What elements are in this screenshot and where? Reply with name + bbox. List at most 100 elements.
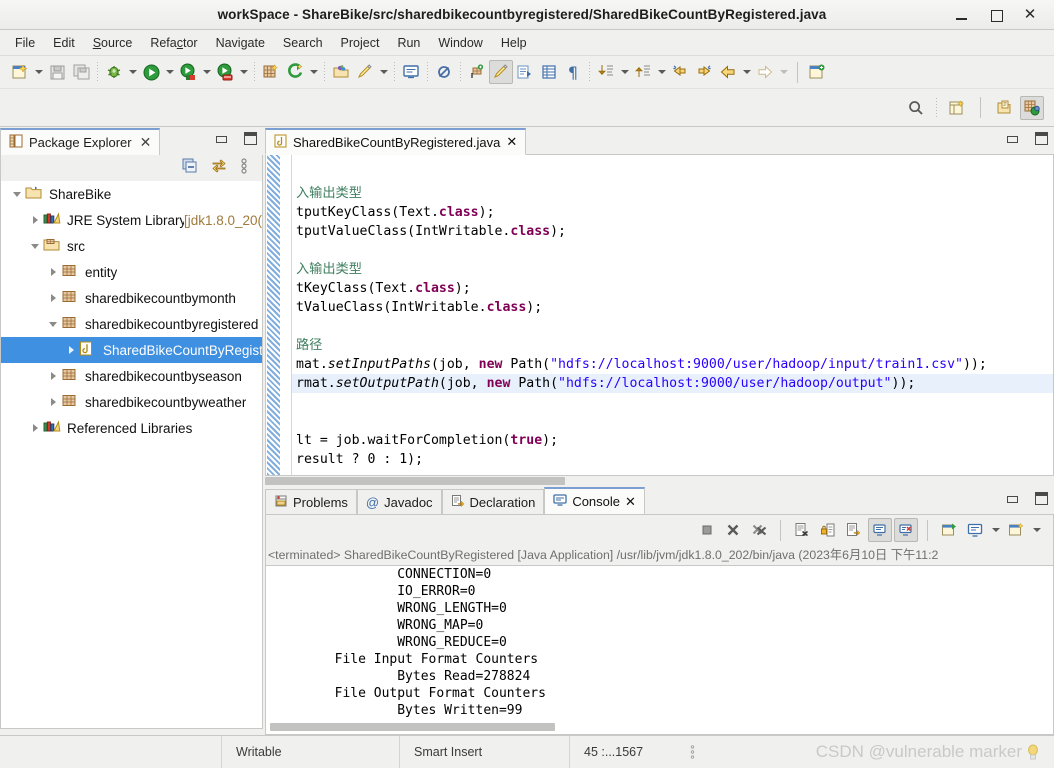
tab-javadoc[interactable]: @ Javadoc	[356, 489, 442, 514]
menu-item-help[interactable]: Help	[492, 33, 536, 53]
run-last-tool-dropdown[interactable]	[237, 61, 250, 83]
tree-item-jre-system-library[interactable]: JRE System Library [jdk1.8.0_20(	[1, 207, 262, 233]
maximize-editor-button[interactable]	[1035, 132, 1048, 145]
maximize-button[interactable]	[988, 7, 1004, 23]
save-icon[interactable]	[45, 60, 69, 84]
menu-item-edit[interactable]: Edit	[44, 33, 84, 53]
tree-twisty[interactable]	[45, 311, 61, 337]
tab-sharedbikecountbyregistered-java[interactable]: SharedBikeCountByRegistered.java ✕	[265, 128, 527, 155]
menu-item-file[interactable]: File	[6, 33, 44, 53]
open-perspective-icon[interactable]	[945, 96, 969, 120]
tab-package-explorer[interactable]: Package Explorer ✕	[0, 128, 161, 155]
java-ee-perspective-icon[interactable]	[1020, 95, 1044, 120]
maximize-view-button[interactable]	[244, 132, 257, 145]
minimize-editor-button[interactable]	[1006, 132, 1019, 145]
tree-item-sharedbikecountbymonth[interactable]: sharedbikecountbymonth	[1, 285, 262, 311]
quick-access-search-icon[interactable]	[904, 96, 928, 120]
tree-twisty[interactable]	[45, 285, 61, 311]
tab-console[interactable]: Console ✕	[544, 487, 645, 514]
new-java-project-icon[interactable]	[259, 60, 283, 84]
terminate-icon[interactable]	[695, 518, 719, 542]
link-editor-icon[interactable]	[489, 60, 513, 84]
tree-twisty[interactable]	[63, 337, 79, 363]
debug-icon[interactable]	[102, 60, 126, 84]
open-type-icon[interactable]	[329, 60, 353, 84]
last-edit-location-icon[interactable]	[668, 60, 692, 84]
menu-item-window[interactable]: Window	[429, 33, 491, 53]
new-wizard-dropdown[interactable]	[32, 61, 45, 83]
menu-item-navigate[interactable]: Navigate	[207, 33, 274, 53]
minimize-console-button[interactable]	[1006, 492, 1019, 505]
tree-twisty[interactable]	[45, 363, 61, 389]
tree-item-sharedbikecountbyseason[interactable]: sharedbikecountbyseason	[1, 363, 262, 389]
coverage-dropdown[interactable]	[200, 61, 213, 83]
display-console-dropdown[interactable]	[989, 519, 1002, 541]
run-icon[interactable]	[139, 60, 163, 84]
minimize-view-button[interactable]	[215, 132, 228, 145]
tree-item-sharedbikecountbyweather[interactable]: sharedbikecountbyweather	[1, 389, 262, 415]
tree-item-referenced-libraries[interactable]: Referenced Libraries	[1, 415, 262, 441]
external-tools-icon[interactable]	[283, 60, 307, 84]
pin-console-icon[interactable]	[937, 518, 961, 542]
word-wrap-icon[interactable]	[842, 518, 866, 542]
new-package-icon[interactable]	[465, 60, 489, 84]
maximize-console-button[interactable]	[1035, 492, 1048, 505]
editor-horizontal-scrollbar[interactable]	[265, 476, 1054, 486]
collapse-all-icon[interactable]	[182, 158, 198, 179]
show-console-on-output-icon[interactable]	[868, 518, 892, 542]
forward-icon[interactable]	[753, 60, 777, 84]
next-annotation-icon[interactable]	[594, 60, 618, 84]
link-with-editor-icon[interactable]	[211, 158, 227, 179]
tree-item-sharebike[interactable]: ShareBike	[1, 181, 262, 207]
minimize-button[interactable]	[954, 7, 970, 23]
annotation-ruler[interactable]	[266, 155, 280, 475]
previous-annotation-icon[interactable]	[631, 60, 655, 84]
run-last-tool-icon[interactable]	[213, 60, 237, 84]
menu-item-run[interactable]: Run	[388, 33, 429, 53]
remove-launch-icon[interactable]	[721, 518, 745, 542]
close-icon[interactable]: ✕	[140, 134, 152, 151]
open-console-dropdown[interactable]	[1030, 519, 1043, 541]
back-dropdown[interactable]	[740, 61, 753, 83]
menu-item-source[interactable]: Source	[84, 33, 142, 53]
close-button[interactable]: ✕	[1022, 6, 1038, 23]
tree-twisty[interactable]	[27, 415, 43, 441]
menu-item-project[interactable]: Project	[332, 33, 389, 53]
tree-twisty[interactable]	[45, 389, 61, 415]
tree-twisty[interactable]	[27, 233, 43, 259]
close-icon[interactable]: ✕	[506, 134, 517, 150]
menu-item-search[interactable]: Search	[274, 33, 332, 53]
forward-dropdown[interactable]	[777, 61, 790, 83]
tree-twisty[interactable]	[9, 181, 25, 207]
toggle-mark-occurrences-icon[interactable]	[353, 60, 377, 84]
forward-edit-location-icon[interactable]	[692, 60, 716, 84]
status-menu-icon[interactable]	[690, 744, 700, 760]
editor-body[interactable]: 入输出类型 tputKeyClass(Text.class); tputValueC…	[265, 155, 1054, 476]
tree-twisty[interactable]	[27, 207, 43, 233]
console-scrollbar-thumb[interactable]	[270, 723, 555, 731]
close-icon[interactable]: ✕	[625, 494, 636, 510]
pilcrow-icon[interactable]: ¶	[561, 60, 585, 84]
console-view-icon[interactable]	[399, 60, 423, 84]
tree-item-entity[interactable]: entity	[1, 259, 262, 285]
next-annotation-dropdown[interactable]	[618, 61, 631, 83]
table-view-icon[interactable]	[537, 60, 561, 84]
back-icon[interactable]	[716, 60, 740, 84]
show-console-on-error-icon[interactable]	[894, 518, 918, 542]
tree-twisty[interactable]	[45, 259, 61, 285]
java-perspective-icon[interactable]	[992, 96, 1016, 120]
new-wizard-icon[interactable]	[8, 60, 32, 84]
remove-all-launches-icon[interactable]	[747, 518, 771, 542]
scroll-lock-icon[interactable]	[816, 518, 840, 542]
tab-problems[interactable]: Problems	[265, 489, 357, 514]
display-selected-console-icon[interactable]	[963, 518, 987, 542]
tree-item-sharedbikecountbyregist[interactable]: SharedBikeCountByRegist	[1, 337, 262, 363]
coverage-icon[interactable]	[176, 60, 200, 84]
tree-item-src[interactable]: src	[1, 233, 262, 259]
toggle-mark-dropdown[interactable]	[377, 61, 390, 83]
console-output[interactable]: CONNECTION=0 IO_ERROR=0 WRONG_LENGTH=0 W…	[265, 565, 1054, 735]
skip-breakpoints-icon[interactable]	[432, 60, 456, 84]
scrollbar-thumb[interactable]	[265, 477, 565, 485]
project-tree[interactable]: ShareBike JRE System Library [jdk1.8.0_20…	[0, 181, 263, 729]
tab-declaration[interactable]: Declaration	[441, 489, 545, 514]
